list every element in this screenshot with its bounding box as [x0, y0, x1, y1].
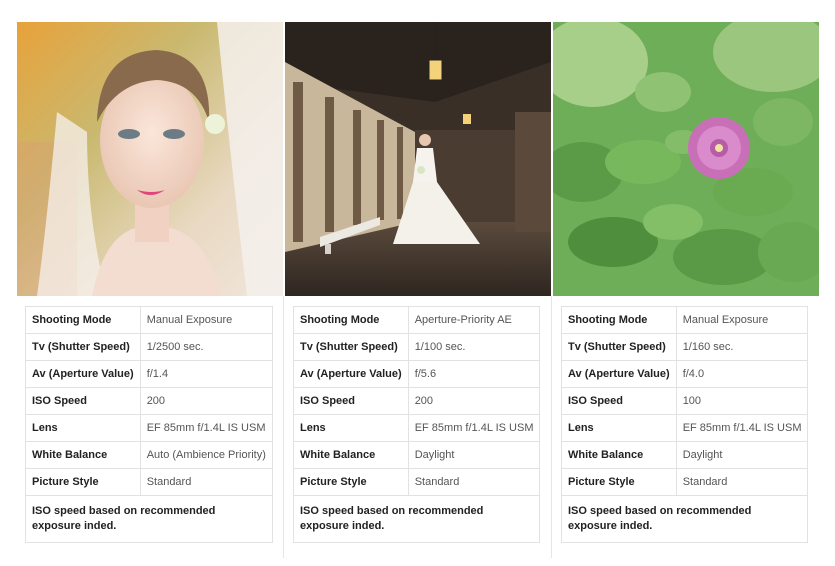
row-label: Tv (Shutter Speed): [25, 333, 141, 361]
sample-gallery: Shooting Mode Manual Exposure Tv (Shutter…: [0, 0, 835, 566]
row-label: Lens: [25, 414, 141, 442]
row-label: Lens: [293, 414, 409, 442]
shooting-info-table: Shooting Mode Manual Exposure Tv (Shutter…: [560, 306, 809, 543]
row-value: 1/100 sec.: [407, 333, 541, 361]
table-row: Av (Aperture Value) f/4.0: [561, 360, 809, 388]
row-value: 200: [407, 387, 541, 415]
row-value: Standard: [139, 468, 273, 496]
row-value: 200: [139, 387, 273, 415]
row-value: EF 85mm f/1.4L IS USM: [139, 414, 273, 442]
row-label: ISO Speed: [561, 387, 677, 415]
row-value: Daylight: [407, 441, 541, 469]
table-row: ISO Speed 200: [293, 387, 541, 415]
row-label: ISO Speed: [293, 387, 409, 415]
column-divider: [551, 296, 552, 558]
table-row: ISO speed based on recommended exposure …: [560, 495, 809, 543]
table-row: Shooting Mode Manual Exposure: [561, 306, 809, 334]
sample-column-flower: Shooting Mode Manual Exposure Tv (Shutter…: [553, 22, 819, 543]
row-label: Av (Aperture Value): [561, 360, 677, 388]
iso-note: ISO speed based on recommended exposure …: [292, 495, 541, 543]
table-row: Picture Style Standard: [25, 468, 273, 496]
row-value: f/5.6: [407, 360, 541, 388]
table-row: Lens EF 85mm f/1.4L IS USM: [293, 414, 541, 442]
table-row: ISO speed based on recommended exposure …: [292, 495, 541, 543]
row-label: Shooting Mode: [25, 306, 141, 334]
pink-flower-photo: [553, 22, 819, 296]
table-row: White Balance Daylight: [561, 441, 809, 469]
row-label: Lens: [561, 414, 677, 442]
table-row: Lens EF 85mm f/1.4L IS USM: [561, 414, 809, 442]
sample-column-hallway: Shooting Mode Aperture-Priority AE Tv (Sh…: [285, 22, 551, 543]
column-divider: [283, 296, 284, 558]
table-row: White Balance Auto (Ambience Priority): [25, 441, 273, 469]
row-value: Manual Exposure: [139, 306, 273, 334]
table-row: White Balance Daylight: [293, 441, 541, 469]
table-row: Av (Aperture Value) f/5.6: [293, 360, 541, 388]
table-row: Tv (Shutter Speed) 1/2500 sec.: [25, 333, 273, 361]
bride-in-hallway-photo: [285, 22, 551, 296]
row-value: Aperture-Priority AE: [407, 306, 541, 334]
row-value: Daylight: [675, 441, 809, 469]
row-label: White Balance: [561, 441, 677, 469]
row-label: Shooting Mode: [293, 306, 409, 334]
iso-note: ISO speed based on recommended exposure …: [560, 495, 809, 543]
row-label: Picture Style: [561, 468, 677, 496]
row-label: Av (Aperture Value): [25, 360, 141, 388]
row-value: Auto (Ambience Priority): [139, 441, 273, 469]
row-value: 1/2500 sec.: [139, 333, 273, 361]
row-label: Tv (Shutter Speed): [293, 333, 409, 361]
row-value: 1/160 sec.: [675, 333, 809, 361]
row-value: EF 85mm f/1.4L IS USM: [675, 414, 809, 442]
row-label: White Balance: [25, 441, 141, 469]
row-value: EF 85mm f/1.4L IS USM: [407, 414, 541, 442]
row-label: Shooting Mode: [561, 306, 677, 334]
table-row: Tv (Shutter Speed) 1/160 sec.: [561, 333, 809, 361]
table-row: Av (Aperture Value) f/1.4: [25, 360, 273, 388]
row-value: f/1.4: [139, 360, 273, 388]
row-label: Av (Aperture Value): [293, 360, 409, 388]
row-label: Tv (Shutter Speed): [561, 333, 677, 361]
iso-note: ISO speed based on recommended exposure …: [25, 495, 273, 543]
table-row: Picture Style Standard: [293, 468, 541, 496]
table-row: ISO Speed 100: [561, 387, 809, 415]
row-value: Standard: [407, 468, 541, 496]
table-row: Tv (Shutter Speed) 1/100 sec.: [293, 333, 541, 361]
row-value: 100: [675, 387, 809, 415]
table-row: ISO Speed 200: [25, 387, 273, 415]
row-value: Manual Exposure: [675, 306, 809, 334]
row-value: f/4.0: [675, 360, 809, 388]
table-row: Shooting Mode Aperture-Priority AE: [293, 306, 541, 334]
table-row: Shooting Mode Manual Exposure: [25, 306, 273, 334]
row-label: Picture Style: [25, 468, 141, 496]
row-value: Standard: [675, 468, 809, 496]
sample-column-portrait: Shooting Mode Manual Exposure Tv (Shutter…: [17, 22, 283, 543]
shooting-info-table: Shooting Mode Manual Exposure Tv (Shutter…: [25, 306, 273, 543]
shooting-info-table: Shooting Mode Aperture-Priority AE Tv (Sh…: [292, 306, 541, 543]
table-row: Picture Style Standard: [561, 468, 809, 496]
table-row: Lens EF 85mm f/1.4L IS USM: [25, 414, 273, 442]
bridal-portrait-photo: [17, 22, 283, 296]
row-label: White Balance: [293, 441, 409, 469]
row-label: Picture Style: [293, 468, 409, 496]
table-row: ISO speed based on recommended exposure …: [25, 495, 273, 543]
row-label: ISO Speed: [25, 387, 141, 415]
